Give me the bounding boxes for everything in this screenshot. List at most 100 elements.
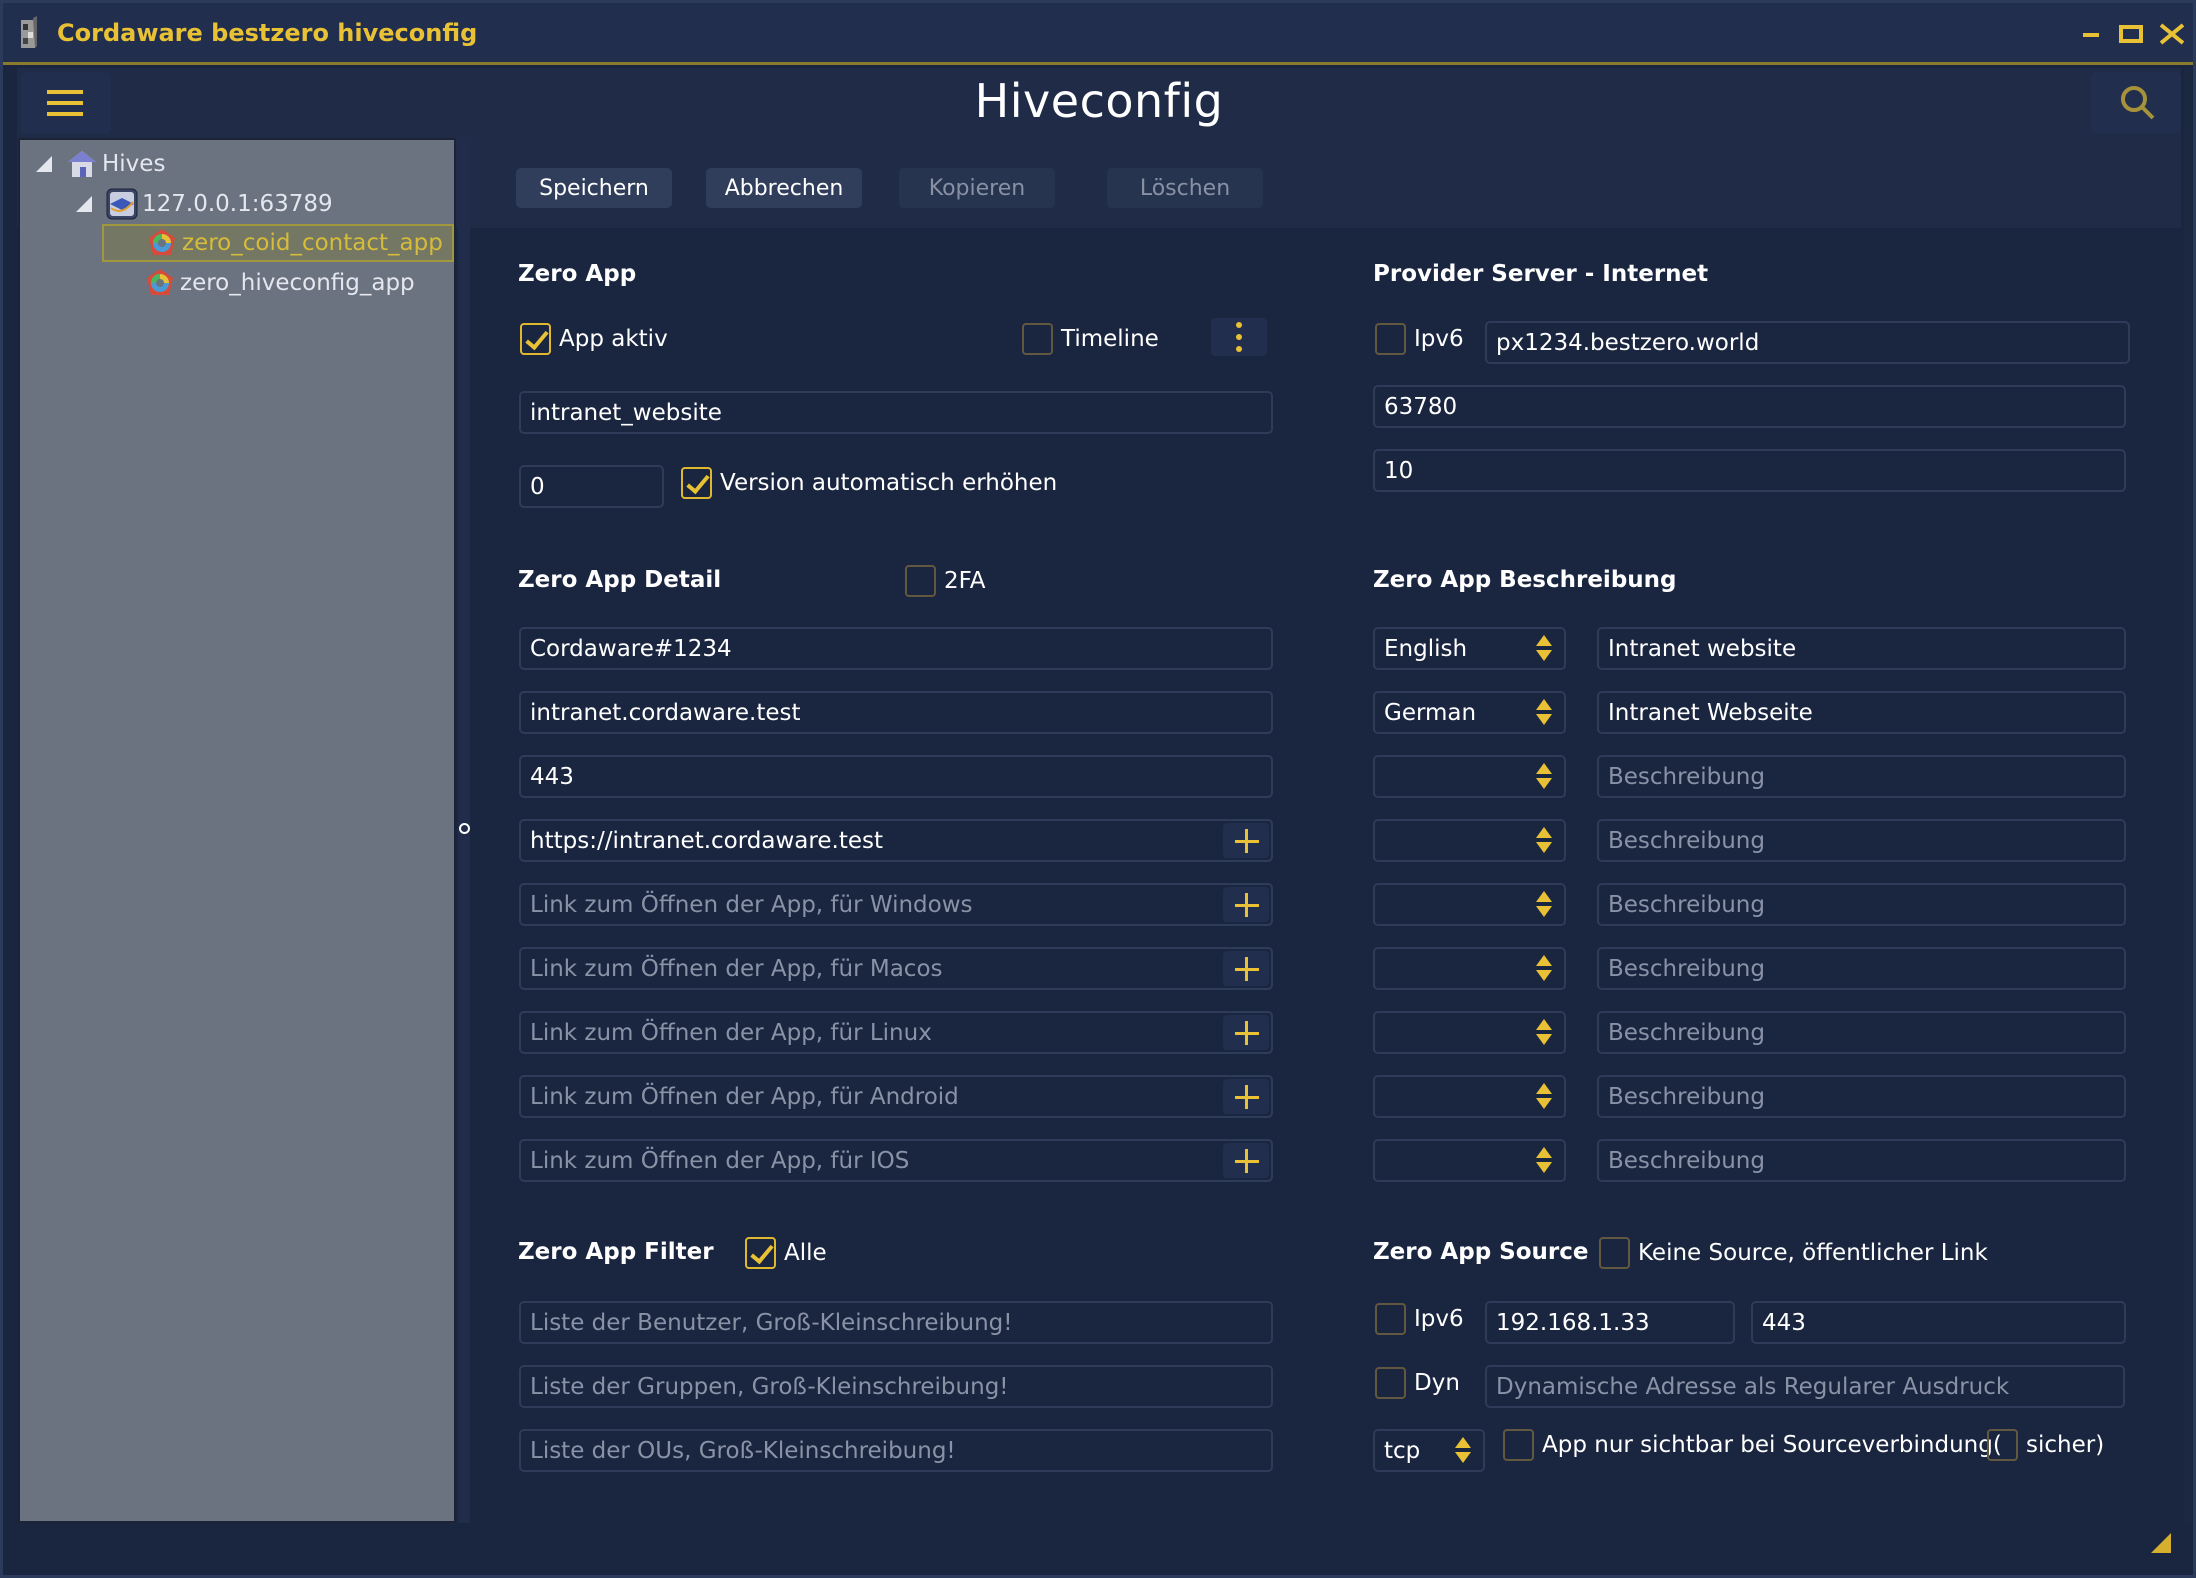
users-filter-input[interactable]: Liste der Benutzer, Groß-Kleinschreibung…	[519, 1301, 1273, 1344]
url-input[interactable]: https://intranet.cordaware.test	[519, 819, 1273, 862]
link-linux-input[interactable]: Link zum Öffnen der App, für Linux	[519, 1011, 1273, 1054]
spinner-arrows-icon[interactable]	[1455, 1437, 1471, 1465]
language-select[interactable]	[1373, 883, 1566, 926]
placeholder-text: Beschreibung	[1608, 1147, 1765, 1174]
provider-value-input[interactable]: 10	[1373, 449, 2126, 492]
language-select[interactable]	[1373, 755, 1566, 798]
provider-port-input[interactable]: 63780	[1373, 385, 2126, 428]
tree-item-server[interactable]: 127.0.0.1:63789	[76, 185, 333, 223]
tree-item-label: zero_hiveconfig_app	[180, 270, 415, 296]
language-select[interactable]	[1373, 1075, 1566, 1118]
provider-ipv6-checkbox[interactable]: Ipv6	[1375, 323, 1464, 355]
spinner-arrows-icon[interactable]	[1536, 1019, 1552, 1047]
add-icon[interactable]	[1223, 1015, 1269, 1050]
language-select[interactable]	[1373, 1139, 1566, 1182]
checkbox-checked-icon	[745, 1237, 776, 1269]
spinner-arrows-icon[interactable]	[1536, 699, 1552, 727]
provider-host-input[interactable]: px1234.bestzero.world	[1485, 321, 2130, 364]
description-input[interactable]: Beschreibung	[1597, 1011, 2126, 1054]
section-title-source: Zero App Source	[1373, 1239, 1589, 1265]
maximize-button[interactable]	[2117, 17, 2151, 51]
dyn-checkbox[interactable]: Dyn	[1375, 1367, 1460, 1399]
link-android-input[interactable]: Link zum Öffnen der App, für Android	[519, 1075, 1273, 1118]
link-macos-input[interactable]: Link zum Öffnen der App, für Macos	[519, 947, 1273, 990]
groups-filter-input[interactable]: Liste der Gruppen, Groß-Kleinschreibung!	[519, 1365, 1273, 1408]
url-value: https://intranet.cordaware.test	[530, 827, 883, 854]
language-select[interactable]	[1373, 1011, 1566, 1054]
visible-only-checkbox[interactable]: App nur sichtbar bei Sourceverbindung(	[1503, 1429, 2002, 1461]
section-title-beschreibung: Zero App Beschreibung	[1373, 567, 1677, 593]
save-button[interactable]: Speichern	[516, 168, 672, 208]
dyn-address-input[interactable]: Dynamische Adresse als Regularer Ausdruc…	[1485, 1365, 2125, 1408]
search-button[interactable]	[2091, 72, 2181, 134]
language-select[interactable]: German	[1373, 691, 1566, 734]
source-address-input[interactable]: 192.168.1.33	[1485, 1301, 1735, 1344]
add-icon[interactable]	[1223, 1079, 1269, 1114]
tree-item-app[interactable]: zero_hiveconfig_app	[144, 264, 415, 302]
description-input[interactable]: Intranet website	[1597, 627, 2126, 670]
version-auto-checkbox[interactable]: Version automatisch erhöhen	[681, 467, 1057, 499]
app-aktiv-checkbox[interactable]: App aktiv	[520, 323, 668, 355]
expand-icon[interactable]	[76, 196, 92, 212]
source-ipv6-checkbox[interactable]: Ipv6	[1375, 1303, 1464, 1335]
copy-button[interactable]: Kopieren	[899, 168, 1055, 208]
secure-checkbox[interactable]: sicher)	[1987, 1429, 2104, 1461]
spinner-arrows-icon[interactable]	[1536, 635, 1552, 663]
spinner-arrows-icon[interactable]	[1536, 827, 1552, 855]
detail-port-input[interactable]: 443	[519, 755, 1273, 798]
checkbox-unchecked-icon	[1987, 1429, 2018, 1461]
placeholder-text: Beschreibung	[1608, 955, 1765, 982]
spinner-arrows-icon[interactable]	[1536, 1083, 1552, 1111]
spinner-arrows-icon[interactable]	[1536, 955, 1552, 983]
description-input[interactable]: Beschreibung	[1597, 819, 2126, 862]
description-input[interactable]: Beschreibung	[1597, 883, 2126, 926]
owner-input[interactable]: Cordaware#1234	[519, 627, 1273, 670]
source-port-input[interactable]: 443	[1751, 1301, 2126, 1344]
filter-alle-checkbox[interactable]: Alle	[745, 1237, 827, 1269]
spinner-arrows-icon[interactable]	[1536, 1147, 1552, 1175]
description-input[interactable]: Intranet Webseite	[1597, 691, 2126, 734]
language-select[interactable]: English	[1373, 627, 1566, 670]
title-bar[interactable]: Cordaware bestzero hiveconfig	[3, 3, 2193, 65]
add-icon[interactable]	[1223, 1143, 1269, 1178]
panel-splitter[interactable]	[458, 138, 470, 1523]
resize-grip-icon[interactable]	[2151, 1533, 2171, 1553]
hive-tree[interactable]: Hives 127.0.0.1:63789 zero_coid_contact_…	[18, 138, 456, 1523]
add-icon[interactable]	[1223, 951, 1269, 986]
description-input[interactable]: Beschreibung	[1597, 755, 2126, 798]
right-edge	[2184, 68, 2192, 1523]
app-icon	[147, 269, 173, 295]
spinner-arrows-icon[interactable]	[1536, 891, 1552, 919]
app-name-input[interactable]: intranet_website	[519, 391, 1273, 434]
description-input[interactable]: Beschreibung	[1597, 1139, 2126, 1182]
close-button[interactable]	[2159, 17, 2193, 51]
checkbox-label: App nur sichtbar bei Sourceverbindung(	[1542, 1432, 2002, 1458]
tree-item-hives[interactable]: Hives	[36, 145, 165, 183]
minimize-button[interactable]	[2077, 17, 2111, 51]
ous-filter-input[interactable]: Liste der OUs, Groß-Kleinschreibung!	[519, 1429, 1273, 1472]
version-input[interactable]: 0	[519, 465, 664, 508]
checkbox-label: Version automatisch erhöhen	[720, 470, 1058, 496]
spinner-arrows-icon[interactable]	[1536, 763, 1552, 791]
language-select[interactable]	[1373, 819, 1566, 862]
expand-icon[interactable]	[36, 156, 52, 172]
description-input[interactable]: Beschreibung	[1597, 947, 2126, 990]
link-ios-input[interactable]: Link zum Öffnen der App, für IOS	[519, 1139, 1273, 1182]
link-windows-input[interactable]: Link zum Öffnen der App, für Windows	[519, 883, 1273, 926]
description-input[interactable]: Beschreibung	[1597, 1075, 2126, 1118]
no-source-checkbox[interactable]: Keine Source, öffentlicher Link	[1599, 1237, 1988, 1269]
add-icon[interactable]	[1223, 887, 1269, 922]
splitter-handle-icon[interactable]	[459, 823, 470, 834]
tree-item-app[interactable]: zero_coid_contact_app	[102, 224, 454, 262]
section-title-filter: Zero App Filter	[518, 1239, 714, 1265]
add-icon[interactable]	[1223, 823, 1269, 858]
more-options-button[interactable]	[1211, 318, 1267, 356]
cancel-button[interactable]: Abbrechen	[706, 168, 862, 208]
placeholder-text: Link zum Öffnen der App, für Windows	[530, 891, 973, 918]
timeline-checkbox[interactable]: Timeline	[1022, 323, 1159, 355]
language-select[interactable]	[1373, 947, 1566, 990]
twofa-checkbox[interactable]: 2FA	[905, 565, 986, 597]
protocol-select[interactable]: tcp	[1373, 1429, 1485, 1472]
delete-button[interactable]: Löschen	[1107, 168, 1263, 208]
detail-host-input[interactable]: intranet.cordaware.test	[519, 691, 1273, 734]
